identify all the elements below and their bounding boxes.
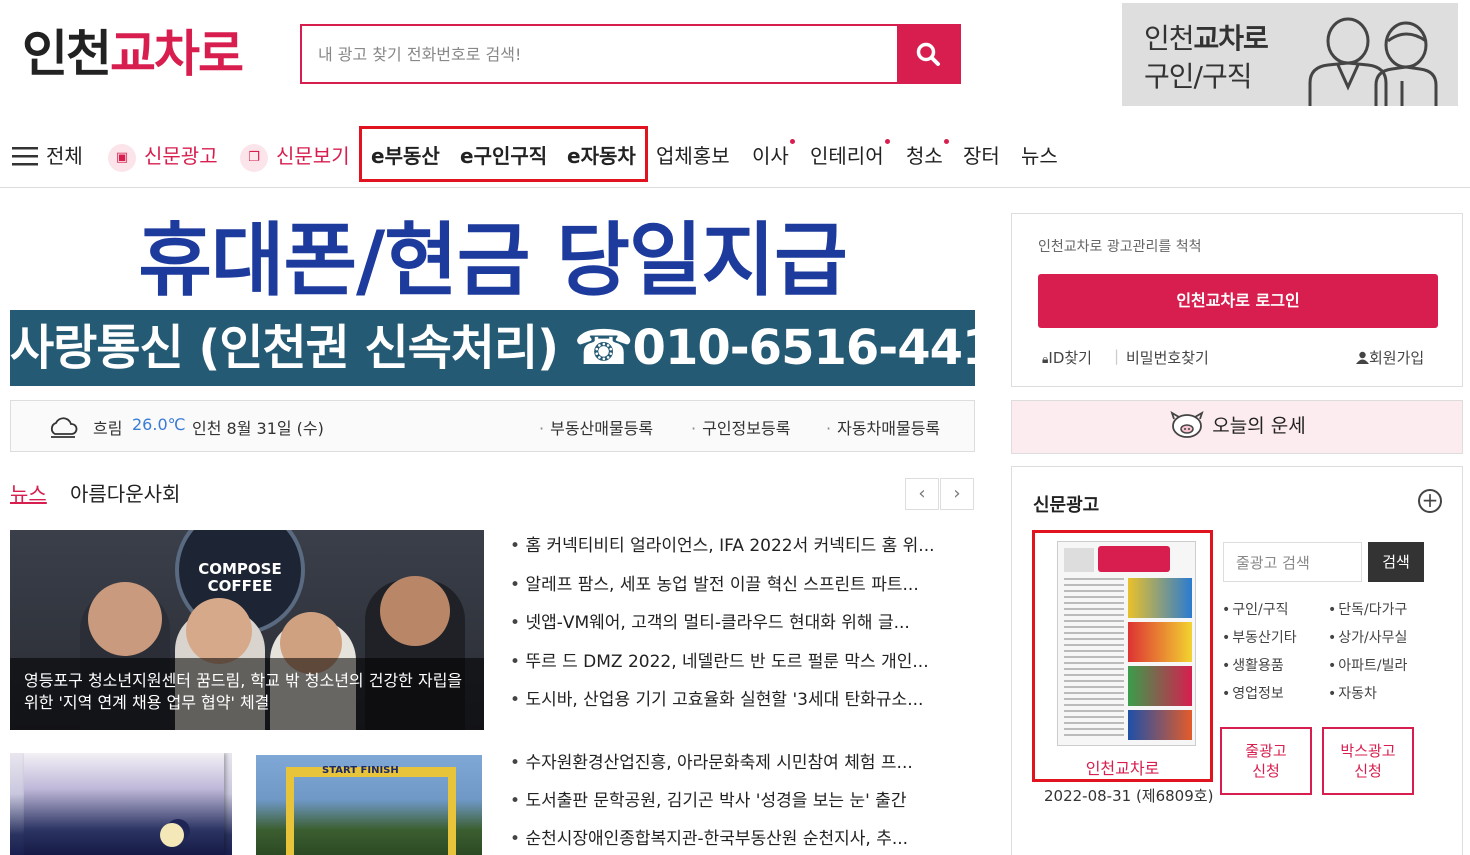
news-next-button[interactable]: › bbox=[940, 478, 974, 510]
plus-icon[interactable]: + bbox=[1418, 489, 1442, 513]
news-list-item[interactable]: 순천시장애인종합복지관-한국부동산원 순천지사, 추... bbox=[510, 824, 975, 849]
newspaper-cover-thumbnail bbox=[1057, 541, 1196, 746]
news-list-item[interactable]: 도시바, 산업용 기기 고효율화 실현할 '3세대 탄화규소... bbox=[510, 685, 975, 710]
find-id-link[interactable]: 🔒︎ID찾기 bbox=[1042, 347, 1092, 368]
user-icon bbox=[1356, 351, 1369, 364]
category-link[interactable]: 부동산기타 bbox=[1222, 627, 1296, 647]
news-list-item[interactable]: 수자원환경산업진흥, 아라문화축제 시민참여 체험 프... bbox=[510, 748, 975, 773]
weather-bar: 흐림 26.0℃ 인천 8월 31일 (수) 부동산매물등록 구인정보등록 자동… bbox=[10, 400, 975, 452]
news-list-item[interactable]: 홈 커넥티비티 얼라이언스, IFA 2022서 커넥티드 홈 위... bbox=[510, 531, 975, 556]
fortune-button[interactable]: 오늘의 운세 bbox=[1011, 400, 1463, 454]
newspaper-preview[interactable]: 인천교차로 bbox=[1032, 530, 1213, 782]
weather-temp: 26.0℃ bbox=[132, 415, 186, 434]
line-ad-search-button[interactable]: 검색 bbox=[1368, 542, 1424, 582]
book-icon: ❐ bbox=[240, 143, 268, 172]
news-thumbnail-cycling[interactable]: START FINISH bbox=[256, 755, 482, 855]
weather-location-date: 인천 8월 31일 (수) bbox=[192, 419, 324, 438]
category-link[interactable]: 상가/사무실 bbox=[1328, 627, 1407, 647]
chevron-left-icon: ‹ bbox=[918, 483, 926, 504]
job-banner[interactable]: 인천교차로 구인/구직 bbox=[1122, 3, 1458, 106]
main-news-card[interactable]: COMPOSE COFFEE 영등포구 청소년지원센터 꿈드림, 학교 밖 청소… bbox=[10, 530, 484, 730]
find-password-link[interactable]: 비밀번호찾기 bbox=[1126, 347, 1209, 368]
nav-business-promo[interactable]: 업체홍보 bbox=[656, 142, 730, 170]
search-button[interactable] bbox=[897, 26, 959, 82]
cloud-icon bbox=[50, 417, 78, 438]
newspaper-ad-title: 신문광고 bbox=[1033, 495, 1100, 516]
link-register-job[interactable]: 구인정보등록 bbox=[691, 415, 790, 439]
newspaper-ad-icon: ▣ bbox=[108, 143, 136, 172]
news-list-item[interactable]: 도서출판 문학공원, 김기곤 박사 '성경을 보는 눈' 출간 bbox=[510, 786, 975, 811]
nav-market[interactable]: 장터 bbox=[963, 142, 1000, 170]
search-form bbox=[300, 24, 961, 84]
nav-cleaning[interactable]: 청소 bbox=[906, 139, 949, 170]
link-register-realestate[interactable]: 부동산매물등록 bbox=[539, 415, 653, 439]
category-link[interactable]: 아파트/빌라 bbox=[1328, 655, 1407, 675]
main-news-caption: 영등포구 청소년지원센터 꿈드림, 학교 밖 청소년의 건강한 자립을 위한 '… bbox=[10, 658, 484, 730]
category-link[interactable]: 생활용품 bbox=[1222, 655, 1284, 675]
nav-interior[interactable]: 인테리어 bbox=[810, 139, 890, 170]
people-illustration-icon bbox=[1308, 17, 1438, 106]
apply-line-ad-button[interactable]: 줄광고 신청 bbox=[1220, 727, 1312, 795]
news-list-item[interactable]: 뚜르 드 DMZ 2022, 네델란드 반 도르 펄룬 막스 개인... bbox=[510, 647, 975, 672]
join-link[interactable]: 회원가입 bbox=[1356, 347, 1424, 368]
nav-e-realestate[interactable]: e부동산 bbox=[371, 142, 440, 170]
newspaper-name: 인천교차로 bbox=[1085, 759, 1160, 778]
hamburger-menu-icon bbox=[12, 147, 38, 166]
news-prev-button[interactable]: ‹ bbox=[905, 478, 939, 510]
newspaper-date: 2022-08-31 (제6809호) bbox=[1044, 787, 1214, 805]
news-section-title: 아름다운사회 bbox=[70, 482, 181, 506]
news-list-item[interactable]: 알레프 팜스, 세포 농업 발전 이끌 혁신 스프린트 파트... bbox=[510, 570, 975, 595]
login-panel: 인천교차로 광고관리를 척척 인천교차로 로그인 🔒︎ID찾기 | 비밀번호찾기… bbox=[1011, 213, 1463, 387]
nav-newspaper-ad[interactable]: ▣ 신문광고 bbox=[108, 142, 218, 172]
category-link[interactable]: 영업정보 bbox=[1222, 683, 1284, 703]
main-nav: 전체 ▣ 신문광고 ❐ 신문보기 e부동산 e구인구직 e자동차 업체홍보 이사 인… bbox=[0, 126, 1470, 188]
news-tab[interactable]: 뉴스 bbox=[10, 478, 47, 507]
pig-icon bbox=[1170, 411, 1204, 438]
nav-newspaper-view[interactable]: ❐ 신문보기 bbox=[240, 142, 350, 172]
nav-e-jobs[interactable]: e구인구직 bbox=[460, 142, 547, 170]
nav-moving[interactable]: 이사 bbox=[752, 139, 795, 170]
nav-news[interactable]: 뉴스 bbox=[1021, 142, 1058, 170]
category-link[interactable]: 단독/다가구 bbox=[1328, 599, 1407, 619]
apply-box-ad-button[interactable]: 박스광고 신청 bbox=[1322, 727, 1414, 795]
nav-e-car[interactable]: e자동차 bbox=[567, 142, 636, 170]
link-register-car[interactable]: 자동차매물등록 bbox=[826, 415, 940, 439]
newspaper-ad-panel: 신문광고 + 인천교차로 2022-08-31 (제6809호) 줄광고 검색 … bbox=[1011, 466, 1463, 855]
news-list-item[interactable]: 넷앱-VM웨어, 고객의 멀티-클라우드 현대화 위해 글... bbox=[510, 608, 975, 633]
site-logo[interactable]: 인천교차로 bbox=[22, 24, 244, 84]
news-thumbnail-book[interactable] bbox=[10, 753, 232, 855]
login-message: 인천교차로 광고관리를 척척 bbox=[1038, 239, 1202, 255]
chevron-right-icon: › bbox=[953, 483, 961, 504]
weather-condition: 흐림 bbox=[93, 419, 123, 438]
nav-all[interactable]: 전체 bbox=[12, 142, 83, 170]
category-link[interactable]: 구인/구직 bbox=[1222, 599, 1288, 619]
search-input[interactable] bbox=[302, 26, 897, 82]
line-ad-search-input[interactable]: 줄광고 검색 bbox=[1223, 542, 1362, 582]
search-icon bbox=[916, 42, 940, 66]
category-link[interactable]: 자동차 bbox=[1328, 683, 1377, 703]
login-button[interactable]: 인천교차로 로그인 bbox=[1038, 274, 1438, 328]
ad-banner[interactable]: 휴대폰/현금 당일지급 사랑통신 (인천권 신속처리) ☎010-6516-44… bbox=[10, 213, 1028, 386]
